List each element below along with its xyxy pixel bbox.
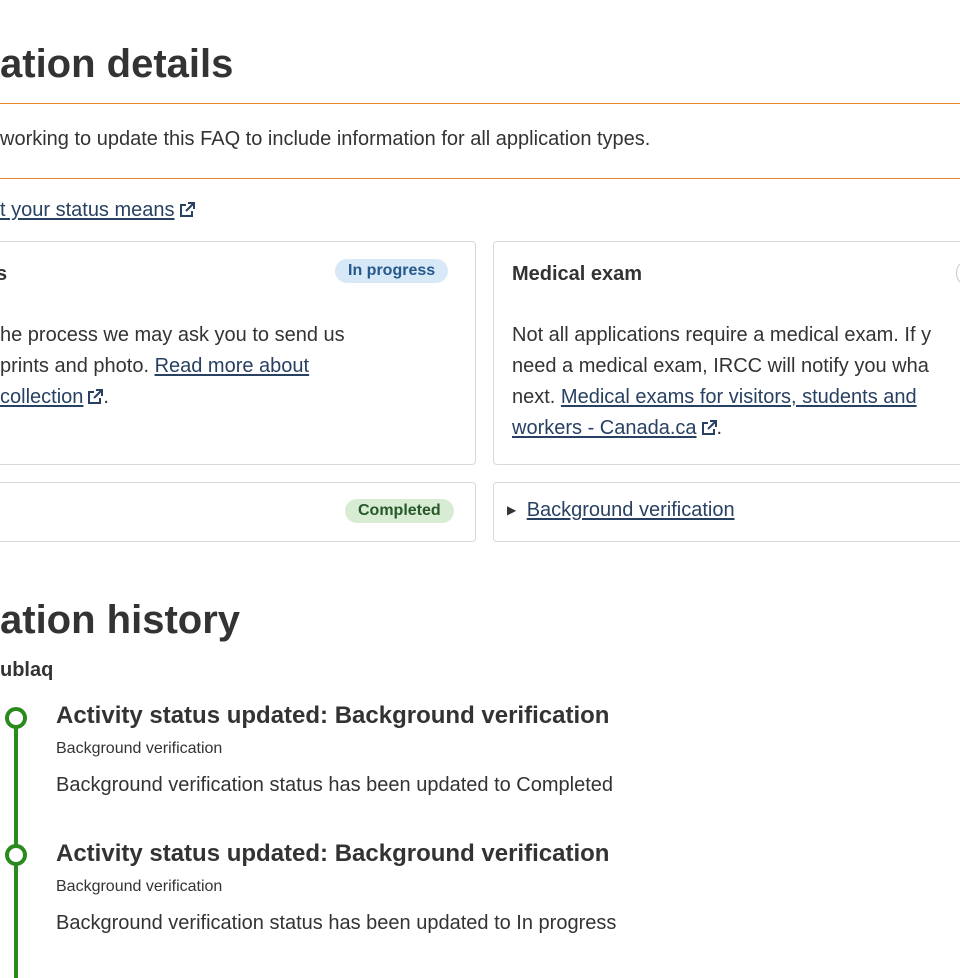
medical-line-3-text: next.	[512, 386, 561, 408]
event-description: Background verification status has been …	[56, 912, 617, 934]
medical-exam-card-title: Medical exam	[512, 263, 643, 285]
timeline-dot	[5, 707, 27, 729]
medical-line-2: need a medical exam, IRCC will notify yo…	[512, 355, 929, 377]
read-more-biometrics-link[interactable]: Read more about	[155, 355, 310, 377]
status-meaning-link[interactable]: t your status means	[0, 199, 195, 222]
biometrics-card-body: he process we may ask you to send us pri…	[0, 320, 345, 413]
history-subheading: ublaq	[0, 659, 54, 681]
event-title: Activity status updated: Background veri…	[56, 702, 610, 729]
biometrics-line-3-tail: .	[103, 386, 109, 408]
in-progress-badge: In progress	[335, 259, 449, 283]
timeline-dot	[5, 844, 27, 866]
status-meaning-link-text: t your status means	[0, 199, 175, 221]
medical-line-1: Not all applications require a medical e…	[512, 324, 932, 346]
faq-notice-text: working to update this FAQ to include in…	[0, 128, 651, 150]
background-verification-link[interactable]: Background verification	[527, 499, 735, 521]
expand-triangle-icon: ▶	[507, 503, 517, 517]
external-link-icon	[179, 202, 195, 217]
background-verification-toggle[interactable]: ▶ Background verification	[507, 499, 735, 522]
biometrics-collection-link-text: collection	[0, 386, 84, 408]
biometrics-collection-link[interactable]: collection	[0, 386, 104, 408]
medical-line-4: workers - Canada.ca.	[512, 413, 931, 444]
biometrics-line-3: collection.	[0, 382, 345, 413]
biometrics-card-title: s	[0, 263, 8, 285]
biometrics-line-2-text: prints and photo.	[0, 355, 155, 377]
completed-badge: Completed	[345, 499, 454, 523]
medical-exam-card-body: Not all applications require a medical e…	[512, 320, 931, 444]
medical-exams-canada-link[interactable]: workers - Canada.ca	[512, 417, 717, 439]
biometrics-line-1: he process we may ask you to send us	[0, 324, 345, 346]
event-subtitle: Background verification	[56, 740, 223, 757]
medical-exams-canada-link-text: workers - Canada.ca	[512, 417, 697, 439]
biometrics-line-2: prints and photo. Read more about	[0, 351, 345, 382]
external-link-icon	[88, 389, 104, 404]
application-details-heading: ation details	[0, 42, 234, 86]
external-link-icon	[701, 420, 717, 435]
application-history-heading: ation history	[0, 598, 241, 642]
medical-line-3: next. Medical exams for visitors, studen…	[512, 382, 931, 413]
event-subtitle: Background verification	[56, 878, 223, 895]
medical-line-4-tail: .	[716, 417, 723, 439]
medical-exams-link[interactable]: Medical exams for visitors, students and	[561, 386, 917, 408]
event-title: Activity status updated: Background veri…	[56, 840, 610, 867]
event-description: Background verification status has been …	[56, 774, 614, 796]
